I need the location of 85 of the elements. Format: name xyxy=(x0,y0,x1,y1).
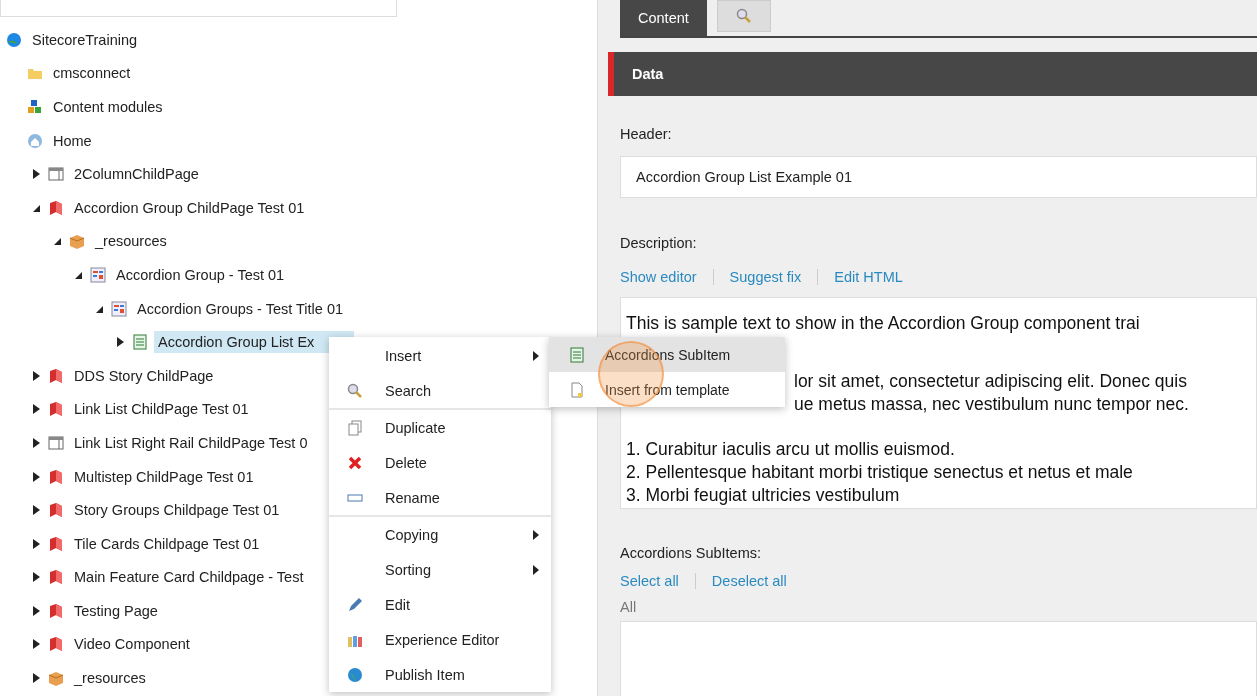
page-icon xyxy=(48,502,64,519)
tree-item[interactable]: Link List Right Rail ChildPage Test 0 xyxy=(70,431,312,454)
list-icon xyxy=(132,334,148,351)
tree-item[interactable]: Multistep ChildPage Test 01 xyxy=(70,465,258,488)
header-input[interactable]: Accordion Group List Example 01 xyxy=(620,156,1257,198)
globe-icon xyxy=(347,666,363,683)
collapse-arrow-icon[interactable] xyxy=(52,236,62,247)
submenu-item[interactable]: Insert from template xyxy=(549,372,785,407)
tree-item[interactable]: SitecoreTraining xyxy=(28,28,142,51)
tree-item[interactable]: Main Feature Card Childpage - Test xyxy=(70,566,308,589)
page-icon xyxy=(48,401,64,418)
menu-item[interactable]: Rename xyxy=(329,480,551,515)
globe-icon xyxy=(6,31,22,48)
tree-item[interactable]: Accordion Group List Ex xyxy=(154,331,355,354)
expand-arrow-icon[interactable] xyxy=(31,505,41,516)
expand-arrow-icon[interactable] xyxy=(31,404,41,415)
tree-item[interactable]: Accordion Groups - Test Title 01 xyxy=(133,297,348,320)
box-icon xyxy=(48,670,64,687)
tree-item[interactable]: Story Groups Childpage Test 01 xyxy=(70,499,284,522)
expand-arrow-icon[interactable] xyxy=(31,538,41,549)
description-text: 2. Pellentesque habitant morbi tristique senectus et netus et male xyxy=(626,461,1133,484)
page-icon xyxy=(48,636,64,653)
expand-arrow-icon[interactable] xyxy=(31,639,41,650)
section-header[interactable]: Data xyxy=(608,52,1257,96)
expand-arrow-icon[interactable] xyxy=(115,337,125,348)
tree-item[interactable]: Video Component xyxy=(70,633,194,656)
tree-item[interactable]: cmsconnect xyxy=(49,62,135,85)
page-icon xyxy=(48,569,64,586)
tree-item[interactable]: Link List ChildPage Test 01 xyxy=(70,398,253,421)
expand-arrow-icon[interactable] xyxy=(31,370,41,381)
search-icon xyxy=(735,8,752,24)
cubes-icon xyxy=(27,99,43,115)
menu-item[interactable]: Experience Editor xyxy=(329,622,551,657)
submenu-item[interactable]: Accordions SubItem xyxy=(549,337,785,372)
list-icon xyxy=(569,346,585,363)
copy-icon xyxy=(347,419,363,436)
menu-item[interactable]: Copying xyxy=(329,517,551,552)
tree-item[interactable]: Home xyxy=(49,129,96,152)
expand-arrow-icon[interactable] xyxy=(31,169,41,180)
grid-icon xyxy=(111,300,127,317)
description-text: ue metus massa, nec vestibulum nunc tempor nec. xyxy=(794,393,1189,416)
field-label: Accordions SubItems: xyxy=(620,545,763,561)
page-icon xyxy=(48,535,64,552)
page-icon xyxy=(48,602,64,619)
content-tab[interactable]: Content xyxy=(620,0,707,36)
page-icon xyxy=(48,367,64,384)
search-field[interactable] xyxy=(0,0,397,17)
tree-item[interactable]: Content modules xyxy=(49,96,167,118)
tree-item[interactable]: Accordion Group ChildPage Test 01 xyxy=(70,196,309,219)
expand-arrow-icon[interactable] xyxy=(31,605,41,616)
tree-item[interactable]: _resources xyxy=(91,230,171,253)
description-text: This is sample text to show in the Accordion Group component trai xyxy=(626,312,1140,335)
search-icon xyxy=(347,382,363,399)
pencil-icon xyxy=(347,596,363,613)
menu-item[interactable]: Edit xyxy=(329,587,551,622)
page-icon xyxy=(48,199,64,216)
window-icon xyxy=(48,434,64,451)
tree-item[interactable]: DDS Story ChildPage xyxy=(70,364,218,387)
page-icon xyxy=(48,468,64,485)
description-text: 3. Morbi feugiat ultricies vestibulum xyxy=(626,484,900,507)
close-icon xyxy=(347,454,363,471)
expand-arrow-icon[interactable] xyxy=(31,673,41,684)
window-icon xyxy=(48,166,64,183)
description-text: 1. Curabitur iaculis arcu ut mollis euismod. xyxy=(626,438,955,461)
field-label: Description: xyxy=(620,235,698,251)
tree-item[interactable]: Testing Page xyxy=(70,599,162,622)
list-heading: All xyxy=(620,599,638,615)
document-icon xyxy=(569,381,585,398)
menu-item[interactable]: Search xyxy=(329,373,551,408)
expand-arrow-icon[interactable] xyxy=(31,471,41,482)
expand-arrow-icon[interactable] xyxy=(31,437,41,448)
menu-item[interactable]: Delete xyxy=(329,445,551,480)
grid-icon xyxy=(90,266,106,283)
box-icon xyxy=(69,233,85,250)
tree-item[interactable]: Tile Cards Childpage Test 01 xyxy=(70,532,264,555)
description-text: lor sit amet, consectetur adipiscing elit. Donec quis xyxy=(794,370,1187,393)
menu-item[interactable]: Sorting xyxy=(329,552,551,587)
menu-item[interactable]: Publish Item xyxy=(329,657,551,692)
home-icon xyxy=(27,132,43,149)
menu-item[interactable]: Duplicate xyxy=(329,410,551,445)
tree-item[interactable]: Accordion Group - Test 01 xyxy=(112,263,289,286)
tree-item[interactable]: _resources xyxy=(70,667,150,690)
field-label: Header: xyxy=(620,126,673,142)
tree-item[interactable]: 2ColumnChildPage xyxy=(70,163,203,186)
expand-arrow-icon[interactable] xyxy=(31,572,41,583)
